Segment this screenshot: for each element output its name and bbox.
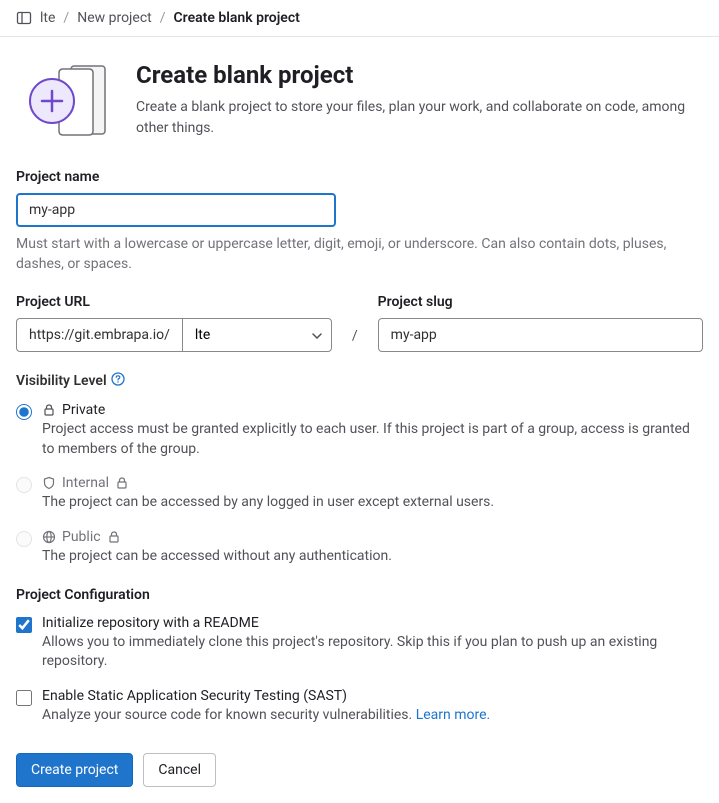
cancel-button[interactable]: Cancel [143,753,216,787]
sast-label: Enable Static Application Security Testi… [42,688,703,704]
breadcrumb-current: Create blank project [174,10,300,26]
visibility-internal-radio [16,477,32,493]
project-slug-input[interactable] [378,318,703,352]
visibility-internal-label: Internal [62,475,109,491]
visibility-public-desc: The project can be accessed without any … [42,547,703,567]
project-url-prefix: https://git.embrapa.io/ [16,318,182,352]
visibility-label: Visibility Level [16,373,107,389]
breadcrumb-item-namespace[interactable]: lte [40,10,55,26]
project-name-input[interactable] [16,193,336,227]
project-name-help: Must start with a lowercase or uppercase… [16,235,703,274]
globe-icon [42,530,56,544]
breadcrumb-separator: / [160,10,166,26]
visibility-private-radio[interactable] [16,404,32,420]
lock-icon [42,403,56,417]
readme-label: Initialize repository with a README [42,615,703,631]
help-icon[interactable] [111,372,125,390]
readme-checkbox[interactable] [16,617,32,633]
namespace-select[interactable]: lte [182,318,332,352]
sidebar-toggle-icon[interactable] [16,10,32,26]
breadcrumb-item-new-project[interactable]: New project [77,10,152,26]
visibility-internal-desc: The project can be accessed by any logge… [42,493,703,513]
visibility-public-radio [16,531,32,547]
page-description: Create a blank project to store your fil… [136,97,703,139]
lock-icon [107,530,121,544]
visibility-public-label: Public [62,529,101,545]
project-slug-label: Project slug [378,294,703,310]
sast-learn-more-link[interactable]: Learn more. [416,707,491,723]
sast-checkbox[interactable] [16,690,32,706]
visibility-private-label: Private [62,402,105,418]
readme-desc: Allows you to immediately clone this pro… [42,633,703,672]
header-illustration [16,61,112,141]
breadcrumb: lte / New project / Create blank project [0,0,719,37]
project-name-label: Project name [16,169,703,185]
project-url-label: Project URL [16,294,332,310]
visibility-private-desc: Project access must be granted explicitl… [42,420,703,459]
lock-icon [115,476,129,490]
config-label: Project Configuration [16,587,703,603]
url-separator: / [348,328,362,352]
create-project-button[interactable]: Create project [16,753,133,787]
shield-icon [42,476,56,490]
page-title: Create blank project [136,61,703,89]
breadcrumb-separator: / [63,10,69,26]
sast-desc: Analyze your source code for known secur… [42,706,703,726]
